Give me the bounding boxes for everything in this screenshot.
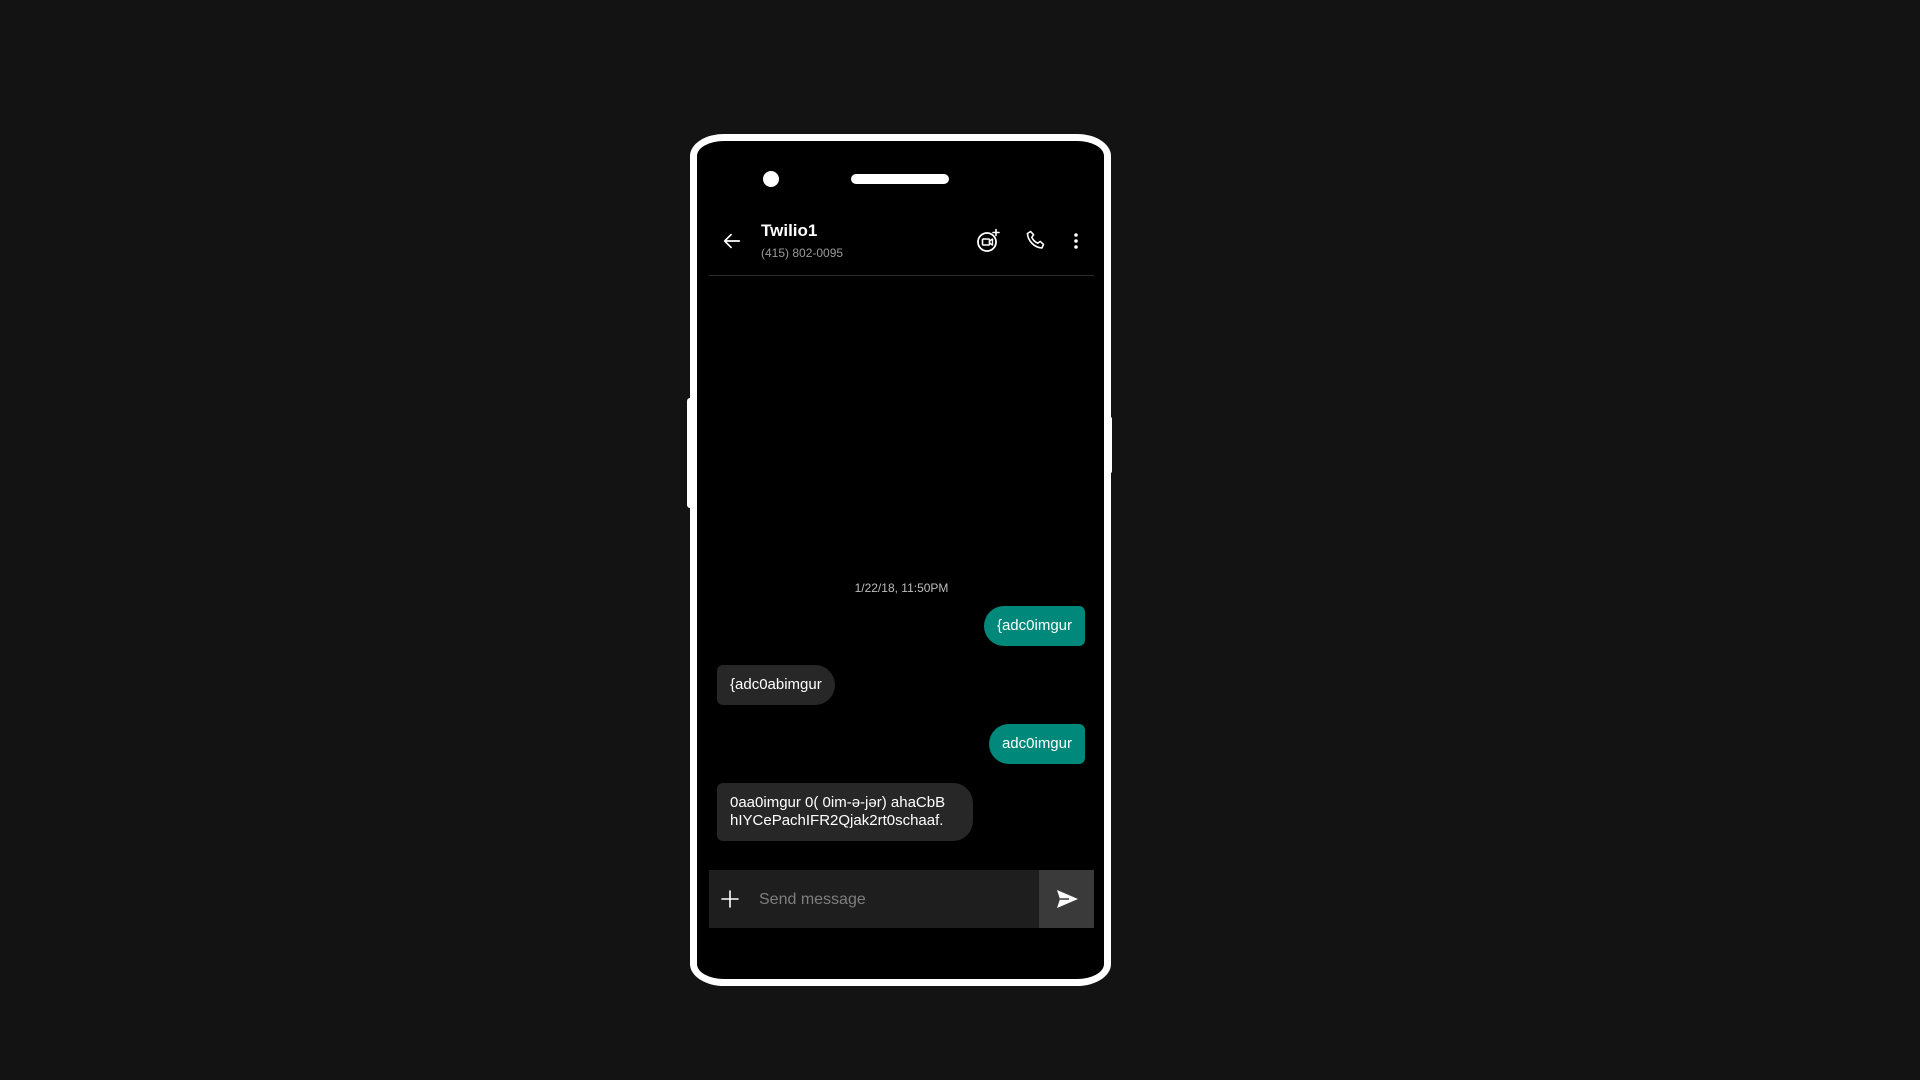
video-add-icon [977, 228, 1000, 252]
send-icon [1056, 890, 1078, 908]
outgoing-message[interactable]: adc0imgur [988, 724, 1085, 764]
video-call-button[interactable] [973, 226, 1003, 256]
incoming-message[interactable]: {adc0abimgur [717, 665, 835, 705]
contact-number: (415) 802-0095 [761, 246, 844, 260]
attach-button[interactable] [715, 884, 745, 914]
more-vertical-icon [1074, 233, 1078, 249]
call-button[interactable] [1021, 226, 1051, 256]
incoming-message[interactable]: 0aa0imgur 0( 0im-ə-jər) ahaCbB hIYCePach… [717, 783, 973, 841]
outgoing-message[interactable]: {adc0imgur [983, 606, 1085, 646]
message-composer [709, 870, 1094, 928]
plus-icon [721, 890, 739, 908]
message-input[interactable] [757, 884, 1031, 916]
more-options-button[interactable] [1061, 226, 1091, 256]
conversation-header: Twilio1 (415) 802-0095 [709, 206, 1094, 276]
earpiece-speaker [851, 174, 949, 184]
message-timestamp: 1/22/18, 11:50PM [854, 581, 949, 595]
back-button[interactable] [717, 226, 747, 256]
arrow-left-icon [723, 233, 741, 249]
send-button[interactable] [1039, 870, 1094, 928]
phone-icon [1026, 230, 1045, 249]
messaging-screen: Twilio1 (415) 802-0095 1/22/18, 11:50PM … [709, 206, 1094, 928]
front-camera [763, 171, 779, 187]
contact-name: Twilio1 [761, 221, 818, 240]
